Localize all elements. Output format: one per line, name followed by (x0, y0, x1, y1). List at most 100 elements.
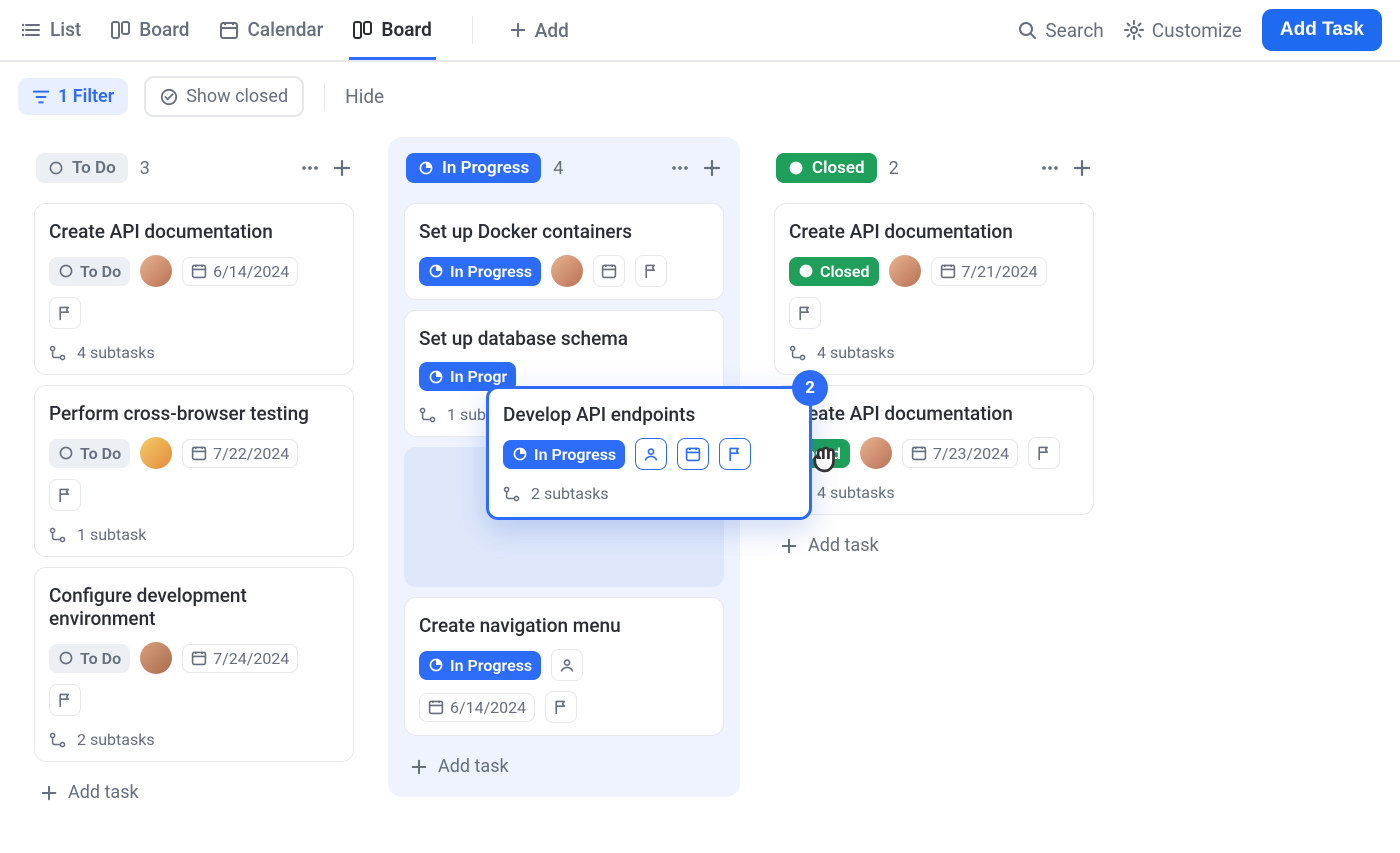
due-date[interactable]: 7/24/2024 (182, 644, 298, 673)
due-date[interactable]: 7/23/2024 (902, 439, 1018, 468)
view-tab-calendar[interactable]: Calendar (215, 2, 327, 60)
view-tab-board-1[interactable]: Board (107, 2, 193, 60)
more-icon[interactable] (1040, 158, 1060, 178)
list-icon (22, 20, 42, 40)
subtasks-row[interactable]: 4 subtasks (789, 343, 1079, 362)
date-label: 6/14/2024 (450, 698, 526, 717)
priority-flag[interactable] (635, 255, 667, 287)
status-chip-todo[interactable]: To Do (36, 153, 128, 183)
due-date-empty[interactable] (593, 255, 625, 287)
filter-pill[interactable]: 1 Filter (18, 78, 128, 115)
status-chip-closed[interactable]: Closed (776, 153, 877, 183)
priority-flag[interactable] (49, 297, 81, 329)
status-chip[interactable]: To Do (49, 439, 130, 468)
flag-icon (1036, 445, 1052, 461)
priority-flag[interactable] (789, 297, 821, 329)
more-icon[interactable] (670, 158, 690, 178)
add-task-in-column[interactable]: Add task (28, 772, 360, 813)
subtask-icon (419, 406, 437, 424)
circle-icon (58, 445, 74, 461)
subtasks-label: 1 subtask (77, 525, 146, 544)
calendar-icon (911, 445, 927, 461)
status-chip[interactable]: To Do (49, 257, 130, 286)
status-chip[interactable]: To Do (49, 644, 130, 673)
subtasks-row[interactable]: 4 subtasks (789, 483, 1079, 502)
status-chip[interactable]: In Progress (503, 440, 625, 469)
add-view-label: Add (535, 19, 569, 42)
column-count: 3 (140, 158, 150, 179)
divider (324, 83, 325, 111)
due-date[interactable]: 7/22/2024 (182, 439, 298, 468)
assignee-empty[interactable] (551, 649, 583, 681)
date-label: 7/22/2024 (213, 444, 289, 463)
plus-icon[interactable] (702, 158, 722, 178)
priority-flag[interactable] (545, 691, 577, 723)
flag-icon (643, 263, 659, 279)
subtasks-row[interactable]: 4 subtasks (49, 343, 339, 362)
subtasks-row[interactable]: 2 subtasks (503, 484, 795, 503)
task-title: Create API documentation (789, 402, 1079, 425)
task-card[interactable]: Set up Docker containers In Progress (404, 203, 724, 300)
assignee-avatar[interactable] (889, 255, 921, 287)
search-button[interactable]: Search (1017, 19, 1103, 42)
flag-icon (797, 305, 813, 321)
search-icon (1017, 20, 1037, 40)
calendar-icon (219, 20, 239, 40)
task-title: Set up database schema (419, 327, 709, 350)
grab-cursor-icon (808, 442, 842, 476)
assignee-empty[interactable] (635, 438, 667, 470)
task-card[interactable]: Create API documentation To Do 6/14/2024… (34, 203, 354, 375)
task-card[interactable]: Configure development environment To Do … (34, 567, 354, 762)
flag-icon (727, 446, 743, 462)
show-closed-label: Show closed (186, 86, 288, 107)
dragging-card[interactable]: 2 Develop API endpoints In Progress 2 su… (486, 386, 812, 520)
assignee-avatar[interactable] (551, 255, 583, 287)
plus-icon[interactable] (332, 158, 352, 178)
task-card[interactable]: Perform cross-browser testing To Do 7/22… (34, 385, 354, 557)
status-label: In Progr (450, 367, 507, 386)
view-toolbar: List Board Calendar Board Add Search Cus… (0, 0, 1400, 62)
plus-icon[interactable] (1072, 158, 1092, 178)
more-icon[interactable] (300, 158, 320, 178)
status-label: Closed (812, 158, 865, 178)
status-chip[interactable]: In Progress (419, 651, 541, 680)
subtask-icon (49, 344, 67, 362)
due-date-empty[interactable] (677, 438, 709, 470)
assignee-avatar[interactable] (140, 642, 172, 674)
subtasks-label: 4 subtasks (817, 483, 895, 502)
hide-button[interactable]: Hide (345, 85, 384, 108)
due-date[interactable]: 6/14/2024 (182, 257, 298, 286)
add-view-button[interactable]: Add (509, 19, 569, 42)
status-chip[interactable]: Closed (789, 257, 879, 286)
priority-flag[interactable] (49, 479, 81, 511)
assignee-avatar[interactable] (860, 437, 892, 469)
status-label: In Progress (534, 445, 616, 464)
view-tab-board-active[interactable]: Board (349, 2, 435, 60)
view-tab-list[interactable]: List (18, 2, 85, 60)
due-date[interactable]: 6/14/2024 (419, 693, 535, 722)
subtask-icon (49, 731, 67, 749)
due-date[interactable]: 7/21/2024 (931, 257, 1047, 286)
task-title: Perform cross-browser testing (49, 402, 339, 425)
subtasks-row[interactable]: 2 subtasks (49, 730, 339, 749)
progress-icon (428, 369, 444, 385)
add-task-label: Add task (808, 535, 879, 556)
add-task-button[interactable]: Add Task (1262, 9, 1382, 51)
customize-button[interactable]: Customize (1124, 19, 1242, 42)
show-closed-toggle[interactable]: Show closed (144, 76, 304, 117)
assignee-avatar[interactable] (140, 437, 172, 469)
add-task-in-column[interactable]: Add task (398, 746, 730, 787)
filter-icon (32, 88, 50, 106)
add-task-in-column[interactable]: Add task (768, 525, 1100, 566)
status-chip[interactable]: In Progress (419, 257, 541, 286)
check-circle-fill-icon (788, 160, 804, 176)
priority-flag[interactable] (49, 684, 81, 716)
subtasks-row[interactable]: 1 subtask (49, 525, 339, 544)
view-tab-label: Calendar (247, 18, 323, 41)
task-card[interactable]: Create API documentation Closed 7/21/202… (774, 203, 1094, 375)
assignee-avatar[interactable] (140, 255, 172, 287)
status-chip-progress[interactable]: In Progress (406, 153, 541, 183)
task-card[interactable]: Create navigation menu In Progress 6/14/… (404, 597, 724, 736)
priority-flag[interactable] (719, 438, 751, 470)
priority-flag[interactable] (1028, 437, 1060, 469)
